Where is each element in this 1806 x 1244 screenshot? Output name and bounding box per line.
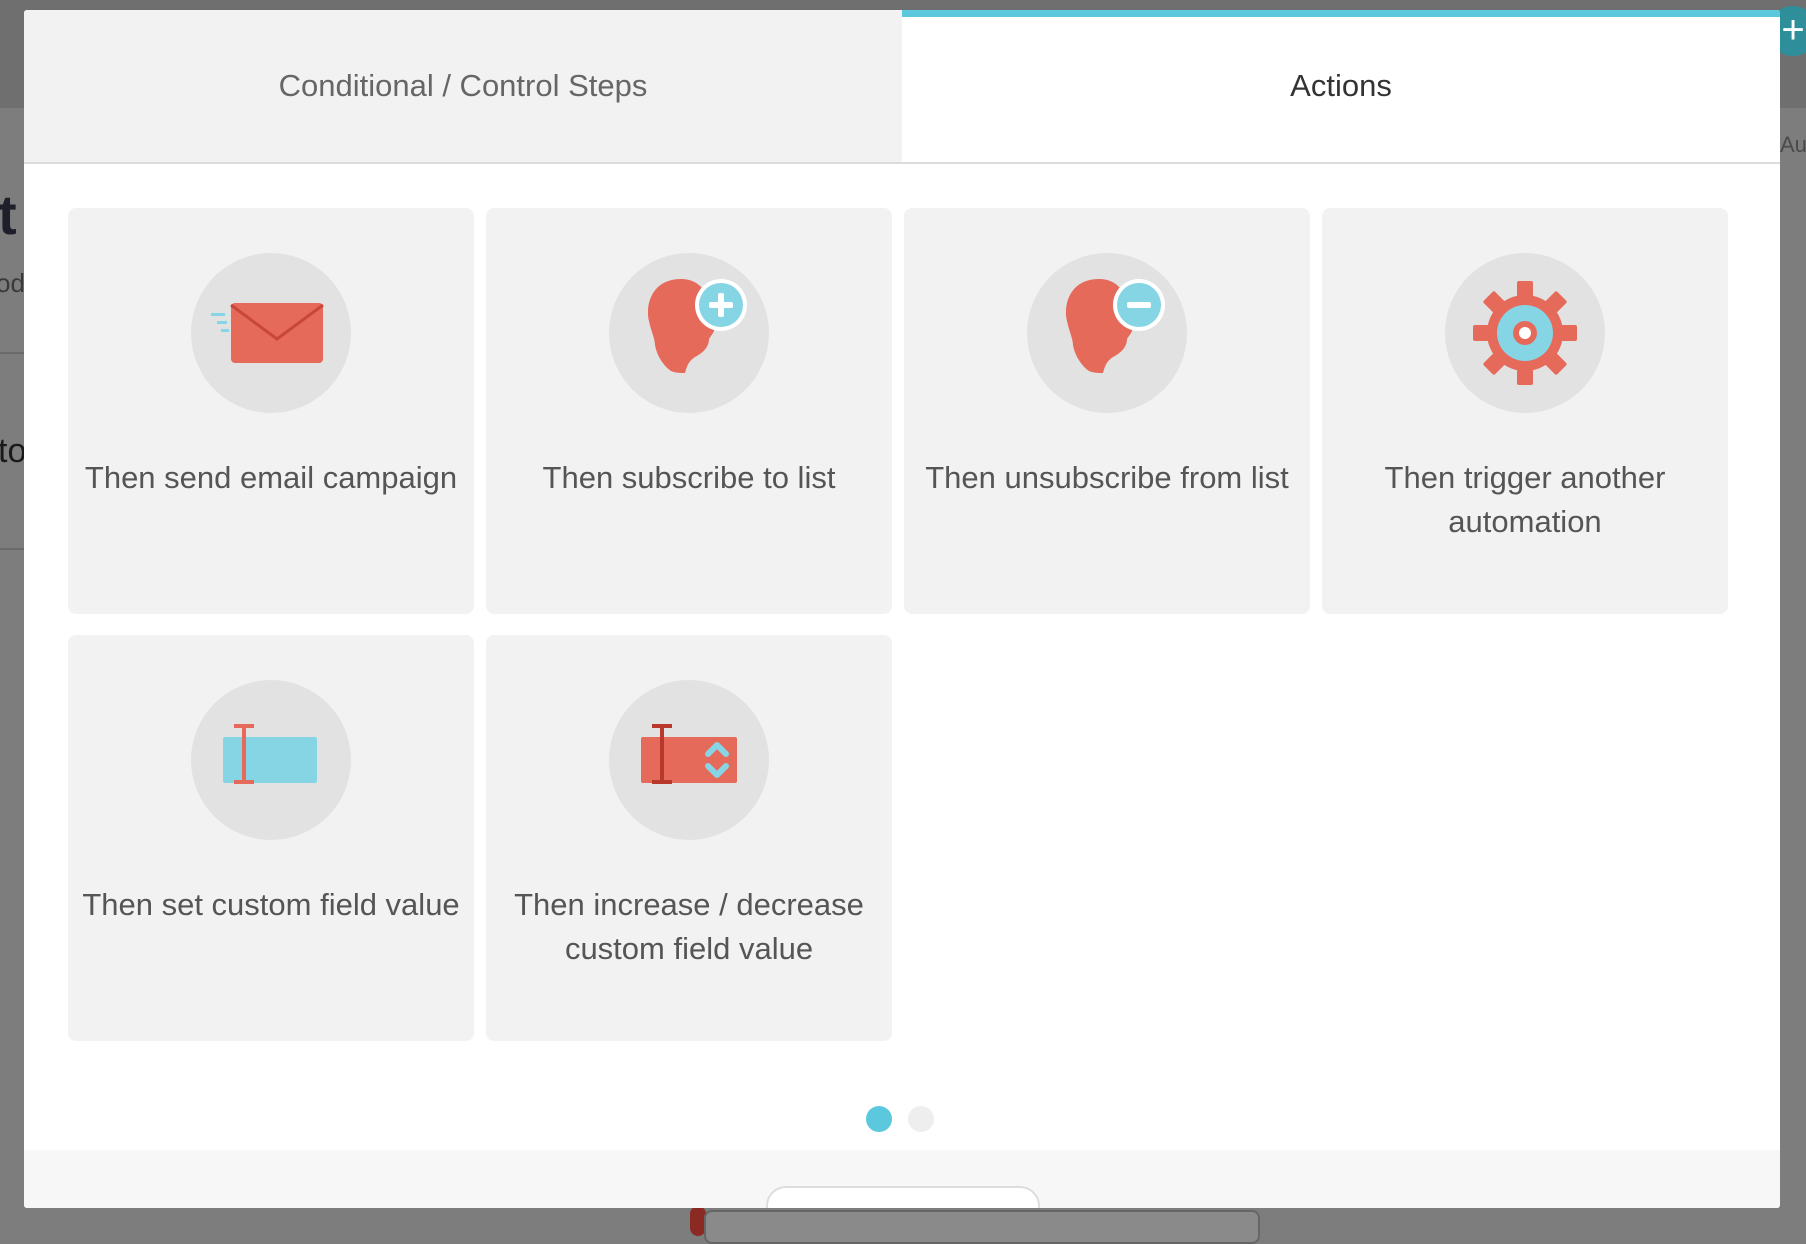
action-card-increase-decrease-custom-field-value[interactable]: Then increase / decrease custom field va… [486,635,892,1041]
gear-icon [1445,253,1605,413]
action-card-subscribe-to-list[interactable]: Then subscribe to list [486,208,892,614]
background-text-fragment: to [0,432,27,470]
action-card-label: Then increase / decrease custom field va… [514,887,864,966]
action-card-label: Then trigger another automation [1384,460,1666,539]
envelope-icon [191,253,351,413]
add-step-modal: Conditional / Control Steps Actions Then… [24,10,1780,1208]
action-card-set-custom-field-value[interactable]: Then set custom field value [68,635,474,1041]
footer-button[interactable] [766,1186,1040,1208]
pagination-dot-page-1[interactable] [866,1106,892,1132]
action-card-label: Then send email campaign [84,460,458,495]
tab-conditional-control-steps[interactable]: Conditional / Control Steps [24,10,902,162]
action-card-label: Then subscribe to list [542,460,836,495]
number-stepper-field-icon [609,680,769,840]
background-heading-fragment: t [0,183,17,246]
modal-footer [24,1150,1780,1208]
pagination-dot-page-2[interactable] [908,1106,934,1132]
action-card-label: Then set custom field value [82,887,460,922]
subscribe-head-icon [609,253,769,413]
action-card-label: Then unsubscribe from list [925,460,1289,495]
action-card-send-email-campaign[interactable]: Then send email campaign [68,208,474,614]
text-field-icon [191,680,351,840]
action-card-trigger-another-automation[interactable]: Then trigger another automation [1322,208,1728,614]
unsubscribe-head-icon [1027,253,1187,413]
background-subtext-fragment: od [0,268,25,298]
background-bottom-bar [704,1210,1260,1244]
tab-actions[interactable]: Actions [902,10,1780,162]
step-type-tabs: Conditional / Control Steps Actions [24,10,1780,164]
background-right-fragment: Au [1780,132,1806,157]
action-card-unsubscribe-from-list[interactable]: Then unsubscribe from list [904,208,1310,614]
